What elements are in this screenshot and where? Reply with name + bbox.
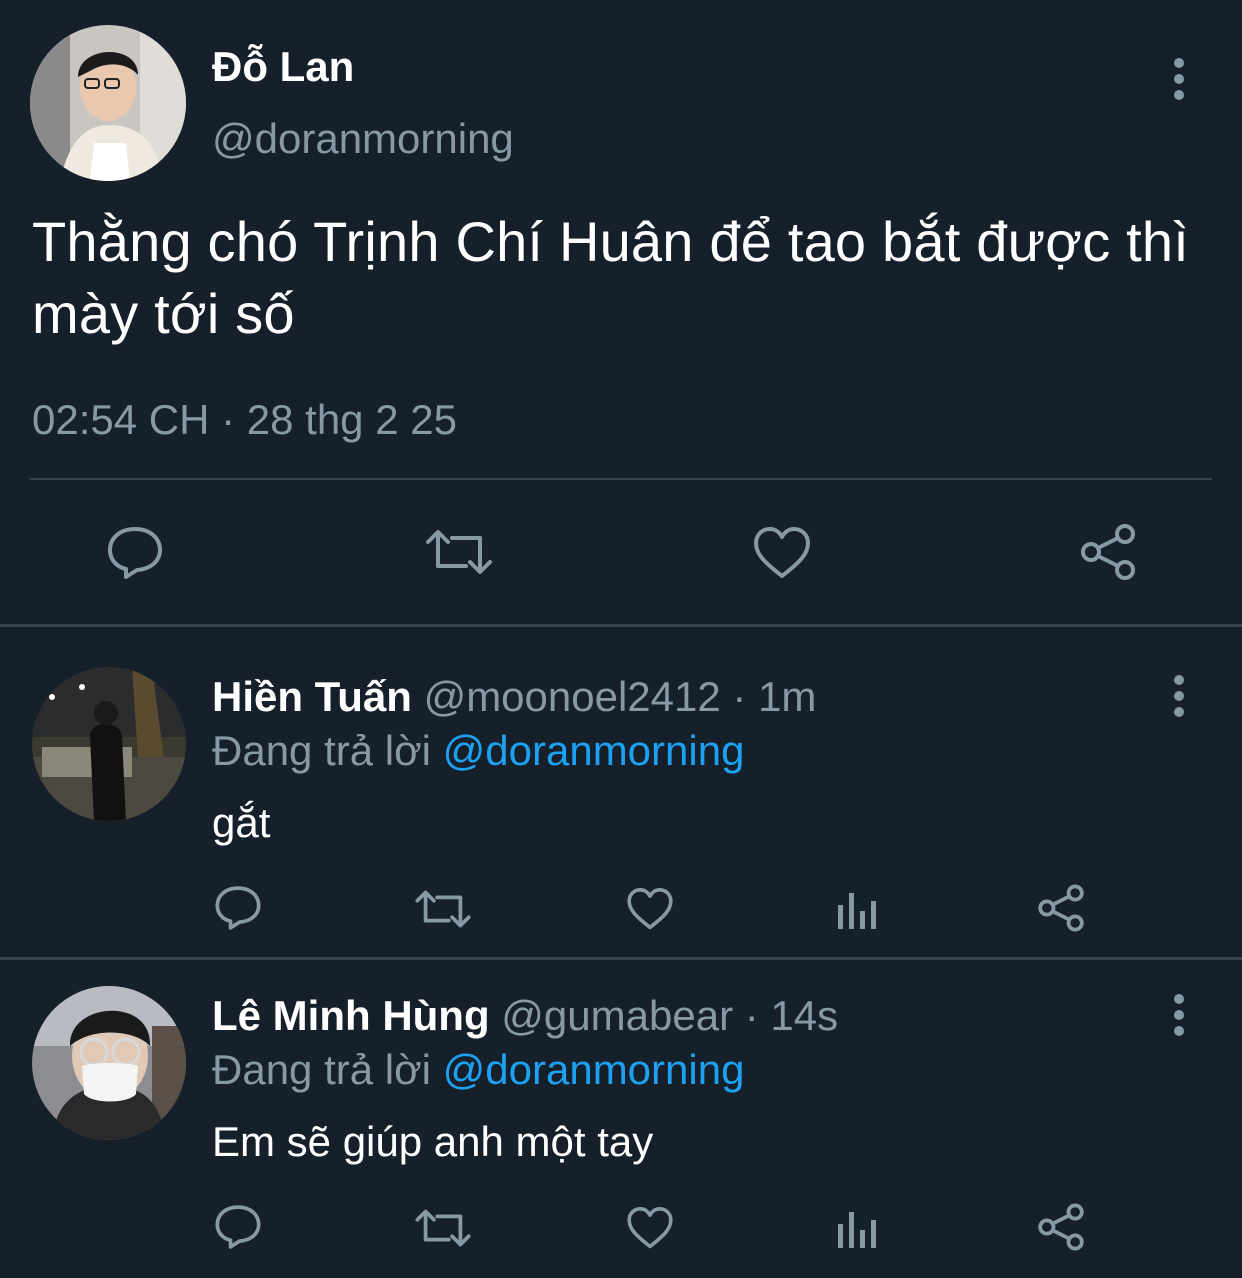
- author-handle[interactable]: @gumabear: [501, 992, 733, 1039]
- reply-tweet[interactable]: Hiền Tuấn @moonoel2412 · 1m Đang trả lời…: [0, 627, 1242, 957]
- avatar[interactable]: [30, 25, 186, 181]
- author-handle[interactable]: @doranmorning: [212, 114, 514, 164]
- divider: [30, 478, 1212, 480]
- main-tweet: Đỗ Lan @doranmorning Thằng chó Trịnh Chí…: [0, 0, 1242, 626]
- author-handle[interactable]: @moonoel2412: [424, 673, 721, 720]
- like-icon[interactable]: [626, 887, 674, 931]
- tweet-timestamp[interactable]: 02:54 CH · 28 thg 2 25: [32, 394, 457, 446]
- retweet-icon[interactable]: [424, 528, 494, 576]
- replying-to: Đang trả lời @doranmorning: [212, 725, 744, 777]
- reply-time[interactable]: 14s: [770, 992, 838, 1039]
- reply-icon[interactable]: [214, 1204, 262, 1250]
- more-options-icon[interactable]: [1173, 994, 1185, 1036]
- retweet-icon[interactable]: [414, 1208, 472, 1248]
- analytics-icon[interactable]: [836, 1210, 878, 1250]
- reply-header: Hiền Tuấn @moonoel2412 · 1m: [212, 671, 816, 723]
- author-name[interactable]: Đỗ Lan: [212, 42, 354, 92]
- author-name[interactable]: Hiền Tuấn: [212, 673, 412, 720]
- share-icon[interactable]: [1078, 522, 1138, 582]
- more-options-icon[interactable]: [1173, 675, 1185, 717]
- mention-link[interactable]: @doranmorning: [443, 1046, 745, 1093]
- replying-label: Đang trả lời: [212, 1046, 431, 1093]
- tweet-text: Thằng chó Trịnh Chí Huân để tao bắt được…: [32, 210, 1190, 345]
- like-icon[interactable]: [752, 526, 812, 580]
- tweet-thread-screen: Đỗ Lan @doranmorning Thằng chó Trịnh Chí…: [0, 0, 1242, 1278]
- retweet-icon[interactable]: [414, 889, 472, 929]
- mention-link[interactable]: @doranmorning: [443, 727, 745, 774]
- replying-to: Đang trả lời @doranmorning: [212, 1044, 744, 1096]
- separator: ·: [733, 992, 771, 1039]
- more-options-icon[interactable]: [1173, 58, 1185, 100]
- avatar[interactable]: [32, 986, 186, 1140]
- share-icon[interactable]: [1036, 1202, 1086, 1252]
- reply-tweet[interactable]: Lê Minh Hùng @gumabear · 14s Đang trả lờ…: [0, 960, 1242, 1278]
- reply-header: Lê Minh Hùng @gumabear · 14s: [212, 990, 838, 1042]
- reply-icon[interactable]: [106, 526, 164, 580]
- reply-text: gắt: [212, 799, 271, 846]
- author-name[interactable]: Lê Minh Hùng: [212, 992, 490, 1039]
- replying-label: Đang trả lời: [212, 727, 431, 774]
- like-icon[interactable]: [626, 1206, 674, 1250]
- reply-time[interactable]: 1m: [758, 673, 816, 720]
- reply-text: Em sẽ giúp anh một tay: [212, 1118, 654, 1165]
- reply-icon[interactable]: [214, 885, 262, 931]
- avatar[interactable]: [32, 667, 186, 821]
- separator: ·: [720, 673, 759, 720]
- share-icon[interactable]: [1036, 883, 1086, 933]
- analytics-icon[interactable]: [836, 891, 878, 931]
